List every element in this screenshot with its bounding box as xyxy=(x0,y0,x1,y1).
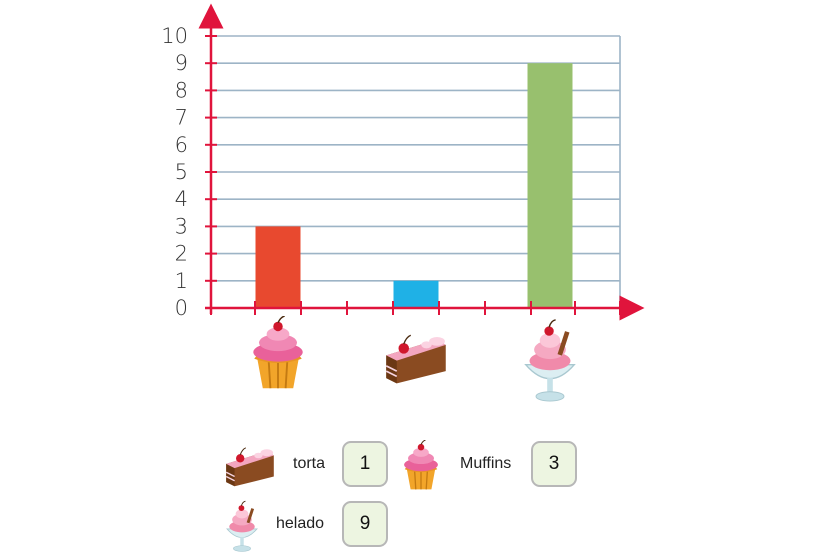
y-tick-label: 2 xyxy=(175,242,188,266)
legend-label-muffins: Muffins xyxy=(460,455,512,472)
cake-slice-icon xyxy=(385,334,447,385)
y-tick-label: 4 xyxy=(175,187,188,211)
y-tick-label: 9 xyxy=(175,51,188,75)
category-icons xyxy=(252,316,575,402)
y-tick-label: 7 xyxy=(175,106,188,130)
cupcake-icon xyxy=(403,440,439,491)
legend-label-torta: torta xyxy=(293,455,326,472)
answer-box-muffins[interactable]: 3 xyxy=(531,441,577,487)
y-tick-label: 5 xyxy=(175,160,188,184)
bar-muffins xyxy=(255,226,301,308)
ice-cream-sundae-icon xyxy=(226,500,258,552)
y-tick-label: 1 xyxy=(175,269,188,293)
y-tick-label: 6 xyxy=(175,133,188,157)
cake-slice-icon xyxy=(225,447,275,488)
answer-box-helado[interactable]: 9 xyxy=(342,501,388,547)
bar-chart: 0 1 2 3 4 5 6 7 8 9 10 xyxy=(161,3,645,402)
y-axis-tick-labels: 0 1 2 3 4 5 6 7 8 9 10 xyxy=(161,24,188,320)
y-tick-label: 0 xyxy=(175,296,188,320)
cupcake-icon xyxy=(252,316,304,390)
bars xyxy=(255,63,573,309)
y-tick-label: 8 xyxy=(175,78,188,102)
answer-box-torta[interactable]: 1 xyxy=(342,441,388,487)
legend-label-helado: helado xyxy=(276,515,325,532)
ice-cream-sundae-icon xyxy=(525,319,575,402)
bar-helado xyxy=(527,63,573,309)
bar-torta xyxy=(393,280,439,308)
y-tick-label: 3 xyxy=(175,214,188,238)
y-tick-label: 10 xyxy=(161,24,188,48)
